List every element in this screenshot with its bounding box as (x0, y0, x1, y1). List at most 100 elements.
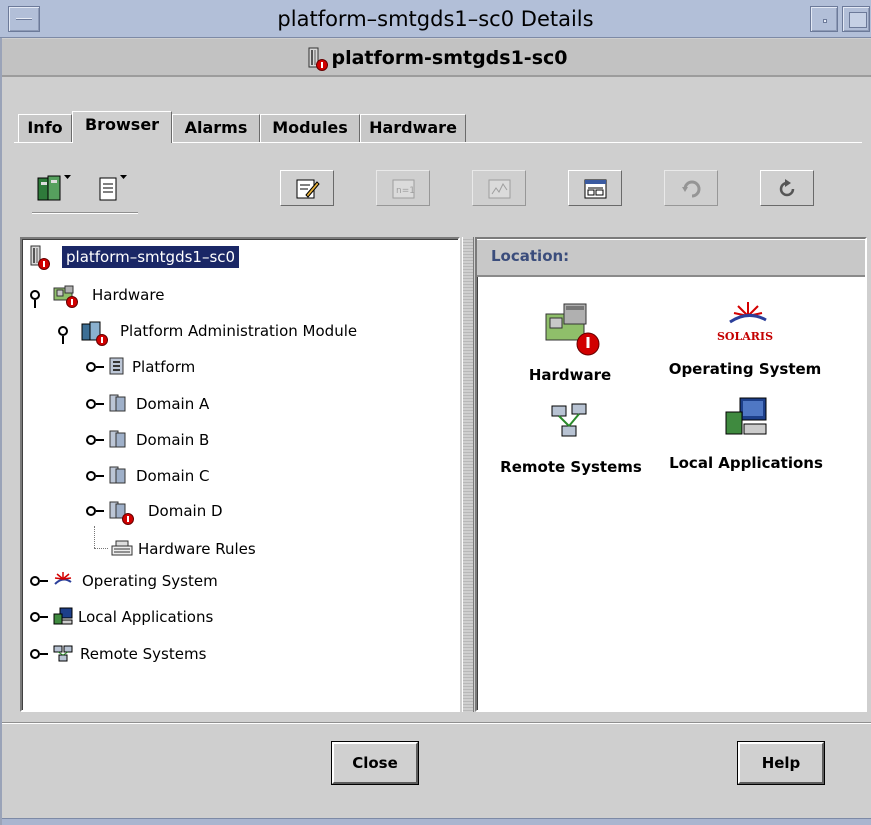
tree-node-label: Operating System (82, 572, 218, 590)
collapse-toggle-icon[interactable] (58, 326, 68, 344)
location-item-label: Local Applications (669, 454, 823, 472)
platform-icon (108, 356, 126, 380)
title-bar[interactable]: platform–smtgds1–sc0 Details (0, 0, 871, 38)
tree-node-label: platform–smtgds1–sc0 (62, 246, 240, 268)
local-applications-icon (52, 606, 74, 630)
tree-node-label: Remote Systems (80, 645, 207, 663)
minimize-button[interactable] (810, 6, 838, 32)
reload-icon (779, 179, 795, 197)
server-alarm-icon (306, 47, 328, 71)
tab-modules[interactable]: Modules (260, 114, 360, 142)
close-button[interactable]: Close (332, 742, 418, 784)
server-menu-button[interactable] (36, 172, 74, 206)
tree-node-domain-a[interactable]: Domain A (86, 391, 386, 417)
edit-icon (296, 179, 320, 199)
edit-button[interactable] (280, 170, 334, 206)
tree-node-label: Domain D (148, 502, 223, 520)
tree-node-domain-d[interactable]: Domain D (86, 498, 386, 525)
tree-node-hardware-rules[interactable]: Hardware Rules (110, 536, 410, 562)
hardware-alarm-icon (545, 303, 600, 356)
tree-node-label: Platform Administration Module (120, 322, 358, 340)
module-alarm-icon (80, 320, 108, 346)
solaris-icon (52, 570, 74, 594)
document-menu-button[interactable] (96, 172, 132, 206)
expand-toggle-icon[interactable] (86, 399, 104, 409)
svg-text:n=1: n=1 (396, 186, 415, 196)
window-menu-button[interactable] (8, 6, 40, 32)
hardware-alarm-icon (52, 284, 80, 310)
domain-icon (108, 465, 128, 489)
document-menu-icon (99, 175, 127, 201)
location-header: Location: (477, 239, 865, 277)
tree-node-label: Hardware (92, 286, 165, 304)
tree-node-domain-c[interactable]: Domain C (86, 463, 386, 489)
tab-browser[interactable]: Browser (72, 111, 172, 143)
object-header: platform-smtgds1-sc0 (2, 39, 871, 77)
tab-alarms[interactable]: Alarms (172, 114, 260, 142)
minimize-icon (823, 19, 827, 23)
location-label: Location: (491, 247, 570, 265)
tree-node-domain-b[interactable]: Domain B (86, 427, 386, 453)
expand-toggle-icon[interactable] (30, 612, 48, 622)
tree-node-hardware[interactable]: Hardware (30, 282, 330, 308)
expand-toggle-icon[interactable] (86, 435, 104, 445)
remote-systems-icon (52, 643, 74, 667)
maximize-button[interactable] (842, 6, 870, 32)
n-equals-1-icon: n=1 (392, 179, 415, 199)
bottom-separator (2, 722, 871, 724)
remote-systems-icon (551, 403, 587, 437)
tree-node-root[interactable]: platform–smtgds1–sc0 (28, 245, 328, 271)
help-button[interactable]: Help (738, 742, 824, 784)
tree-node-local-applications[interactable]: Local Applications (30, 604, 330, 630)
expand-toggle-icon[interactable] (86, 471, 104, 481)
expand-toggle-icon[interactable] (30, 649, 48, 659)
tree-node-label: Platform (132, 358, 196, 376)
solaris-logo-text: SOLARIS (716, 330, 774, 343)
maximize-icon (849, 12, 867, 28)
window-view-button[interactable] (568, 170, 622, 206)
collapse-toggle-icon[interactable] (30, 290, 40, 308)
tree-node-remote-systems[interactable]: Remote Systems (30, 641, 330, 667)
refresh-alt-icon (682, 180, 701, 198)
tree-connector-line (94, 526, 96, 548)
graph-button[interactable] (472, 170, 526, 206)
location-item-label: Hardware (528, 366, 612, 384)
expand-toggle-icon[interactable] (86, 506, 104, 516)
reload-button[interactable] (760, 170, 814, 206)
window-title: platform–smtgds1–sc0 Details (277, 7, 594, 31)
domain-icon (108, 393, 128, 417)
window-bottom-border (2, 818, 871, 825)
tree-node-label: Local Applications (78, 608, 214, 626)
menu-bar-icon (16, 18, 32, 20)
tree-node-label: Domain B (136, 431, 210, 449)
toolbar-separator (32, 212, 138, 214)
tree-connector-line (94, 548, 108, 549)
graph-icon (488, 179, 511, 199)
header-title-row: platform-smtgds1-sc0 (2, 39, 871, 77)
location-item-remote-systems[interactable]: Remote Systems (496, 400, 646, 480)
location-item-label: Remote Systems (500, 458, 642, 476)
header-title: platform-smtgds1-sc0 (331, 47, 568, 69)
n-equals-1-button[interactable]: n=1 (376, 170, 430, 206)
tree-node-operating-system[interactable]: Operating System (30, 568, 330, 594)
tree-node-label: Domain A (136, 395, 210, 413)
expand-toggle-icon[interactable] (86, 362, 104, 372)
tab-info[interactable]: Info (18, 114, 72, 142)
location-item-hardware[interactable]: Hardware (500, 296, 640, 388)
location-item-local-applications[interactable]: Local Applications (658, 396, 834, 476)
tab-hardware[interactable]: Hardware (360, 114, 466, 142)
refresh-alt-button[interactable] (664, 170, 718, 206)
window-view-icon (584, 179, 607, 199)
domain-icon (108, 429, 128, 453)
expand-toggle-icon[interactable] (30, 576, 48, 586)
tree-node-platform[interactable]: Platform (86, 354, 386, 380)
server-alarm-icon (28, 245, 50, 271)
tree-node-label: Hardware Rules (138, 540, 256, 558)
pane-splitter-handle[interactable] (462, 237, 474, 712)
location-item-label: Operating System (668, 360, 822, 378)
location-item-operating-system[interactable]: SOLARIS Operating System (660, 296, 830, 388)
tree-node-label: Domain C (136, 467, 210, 485)
tree-node-platform-admin[interactable]: Platform Administration Module (58, 318, 438, 346)
server-menu-icon (37, 175, 71, 201)
rules-icon (110, 538, 134, 562)
